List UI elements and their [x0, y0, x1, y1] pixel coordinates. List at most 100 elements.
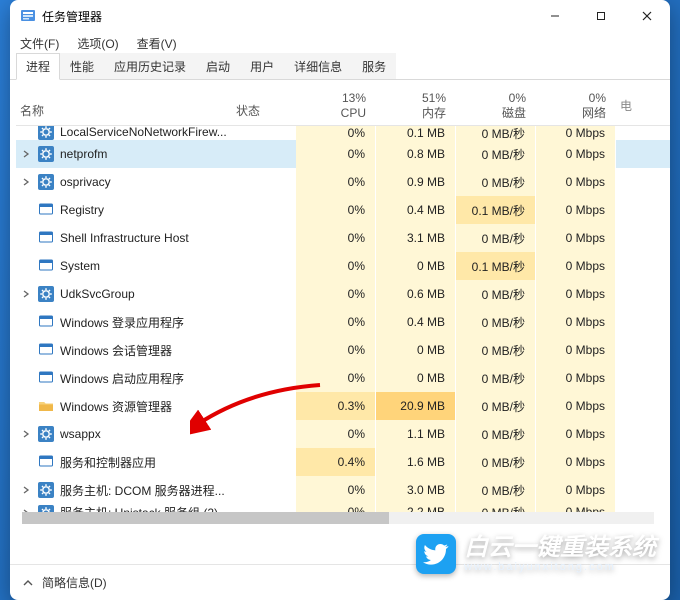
table-row[interactable]: Windows 资源管理器0.3%20.9 MB0 MB/秒0 Mbps	[16, 392, 670, 420]
process-memory: 0.4 MB	[376, 308, 456, 336]
header-network[interactable]: 0%网络	[536, 91, 616, 120]
menu-view[interactable]: 查看(V)	[133, 33, 181, 54]
process-cpu: 0.3%	[296, 392, 376, 420]
tab-apphistory[interactable]: 应用历史记录	[104, 53, 196, 79]
maximize-button[interactable]	[578, 0, 624, 32]
process-name: Registry	[60, 203, 104, 217]
table-row[interactable]: wsappx0%1.1 MB0 MB/秒0 Mbps	[16, 420, 670, 448]
process-network: 0 Mbps	[536, 280, 616, 308]
tab-performance[interactable]: 性能	[60, 53, 104, 79]
process-disk: 0 MB/秒	[456, 336, 536, 364]
process-disk: 0 MB/秒	[456, 476, 536, 504]
tab-users[interactable]: 用户	[240, 53, 284, 79]
header-name[interactable]: 名称	[16, 102, 236, 125]
footer: 简略信息(D)	[10, 564, 670, 600]
table-row[interactable]: System0%0 MB0.1 MB/秒0 Mbps	[16, 252, 670, 280]
tab-processes[interactable]: 进程	[16, 53, 60, 80]
process-name: Windows 登录应用程序	[60, 314, 184, 331]
table-row[interactable]: 服务和控制器应用0.4%1.6 MB0 MB/秒0 Mbps	[16, 448, 670, 476]
process-cpu: 0%	[296, 476, 376, 504]
process-disk: 0 MB/秒	[456, 140, 536, 168]
tab-details[interactable]: 详细信息	[284, 53, 352, 79]
process-network: 0 Mbps	[536, 420, 616, 448]
process-cpu: 0%	[296, 420, 376, 448]
process-network: 0 Mbps	[536, 168, 616, 196]
process-network: 0 Mbps	[536, 140, 616, 168]
process-memory: 0.1 MB	[376, 126, 456, 140]
process-network: 0 Mbps	[536, 336, 616, 364]
table-row[interactable]: osprivacy0%0.9 MB0 MB/秒0 Mbps	[16, 168, 670, 196]
table-row[interactable]: UdkSvcGroup0%0.6 MB0 MB/秒0 Mbps	[16, 280, 670, 308]
process-cpu: 0%	[296, 280, 376, 308]
process-disk: 0 MB/秒	[456, 224, 536, 252]
process-name: Windows 会话管理器	[60, 342, 172, 359]
tab-startup[interactable]: 启动	[196, 53, 240, 79]
chevron-up-icon[interactable]	[22, 577, 34, 589]
process-cpu: 0%	[296, 140, 376, 168]
process-name: System	[60, 259, 100, 273]
horizontal-scrollbar[interactable]	[22, 512, 654, 524]
process-cpu: 0.4%	[296, 448, 376, 476]
process-memory: 3.0 MB	[376, 476, 456, 504]
chevron-right-icon[interactable]	[20, 176, 32, 188]
header-disk[interactable]: 0%磁盘	[456, 91, 536, 120]
process-name: Windows 资源管理器	[60, 398, 172, 415]
table-row[interactable]: Windows 会话管理器0%0 MB0 MB/秒0 Mbps	[16, 336, 670, 364]
process-memory: 3.1 MB	[376, 224, 456, 252]
process-network: 0 Mbps	[536, 252, 616, 280]
table-row[interactable]: Windows 启动应用程序0%0 MB0 MB/秒0 Mbps	[16, 364, 670, 392]
app-icon	[38, 342, 54, 358]
header-cpu[interactable]: 13%CPU	[296, 91, 376, 120]
process-grid: 名称 状态 13%CPU 51%内存 0%磁盘 0%网络 电 LocalServ…	[10, 80, 670, 564]
process-disk: 0.1 MB/秒	[456, 252, 536, 280]
process-memory: 0.8 MB	[376, 140, 456, 168]
app-icon	[38, 454, 54, 470]
scrollbar-thumb[interactable]	[22, 512, 389, 524]
process-name: osprivacy	[60, 175, 111, 189]
app-icon	[38, 314, 54, 330]
process-name: 服务主机: DCOM 服务器进程...	[60, 482, 225, 499]
column-headers: 名称 状态 13%CPU 51%内存 0%磁盘 0%网络 电	[16, 86, 670, 126]
process-memory: 0.9 MB	[376, 168, 456, 196]
header-memory[interactable]: 51%内存	[376, 91, 456, 120]
process-memory: 0 MB	[376, 364, 456, 392]
task-manager-window: 任务管理器 文件(F) 选项(O) 查看(V) 进程 性能 应用历史记录 启动 …	[10, 0, 670, 600]
process-disk: 0 MB/秒	[456, 126, 536, 140]
tab-services[interactable]: 服务	[352, 53, 396, 79]
minimize-button[interactable]	[532, 0, 578, 32]
table-row[interactable]: Registry0%0.4 MB0.1 MB/秒0 Mbps	[16, 196, 670, 224]
chevron-right-icon[interactable]	[20, 148, 32, 160]
table-row[interactable]: LocalServiceNoNetworkFirew...0%0.1 MB0 M…	[16, 126, 670, 140]
table-row[interactable]: Windows 登录应用程序0%0.4 MB0 MB/秒0 Mbps	[16, 308, 670, 336]
process-memory: 0.6 MB	[376, 280, 456, 308]
process-name: UdkSvcGroup	[60, 287, 135, 301]
process-network: 0 Mbps	[536, 364, 616, 392]
app-icon	[38, 230, 54, 246]
chevron-right-icon[interactable]	[20, 288, 32, 300]
process-cpu: 0%	[296, 126, 376, 140]
menu-file[interactable]: 文件(F)	[16, 33, 63, 54]
chevron-right-icon[interactable]	[20, 484, 32, 496]
chevron-right-icon[interactable]	[20, 428, 32, 440]
process-name: Windows 启动应用程序	[60, 370, 184, 387]
table-row[interactable]: Shell Infrastructure Host0%3.1 MB0 MB/秒0…	[16, 224, 670, 252]
fewer-details-button[interactable]: 简略信息(D)	[42, 574, 107, 591]
menu-options[interactable]: 选项(O)	[73, 33, 122, 54]
process-network: 0 Mbps	[536, 308, 616, 336]
app-icon	[38, 202, 54, 218]
header-status[interactable]: 状态	[236, 102, 296, 125]
gear-icon	[38, 426, 54, 442]
titlebar[interactable]: 任务管理器	[10, 0, 670, 32]
app-icon	[20, 8, 36, 24]
header-power[interactable]: 电	[616, 97, 636, 114]
close-button[interactable]	[624, 0, 670, 32]
process-network: 0 Mbps	[536, 392, 616, 420]
process-cpu: 0%	[296, 308, 376, 336]
app-icon	[38, 258, 54, 274]
table-row[interactable]: netprofm0%0.8 MB0 MB/秒0 Mbps	[16, 140, 670, 168]
table-row[interactable]: 服务主机: DCOM 服务器进程...0%3.0 MB0 MB/秒0 Mbps	[16, 476, 670, 504]
tabbar: 进程 性能 应用历史记录 启动 用户 详细信息 服务	[10, 54, 670, 80]
process-disk: 0 MB/秒	[456, 392, 536, 420]
folder-icon	[38, 398, 54, 414]
process-memory: 1.6 MB	[376, 448, 456, 476]
